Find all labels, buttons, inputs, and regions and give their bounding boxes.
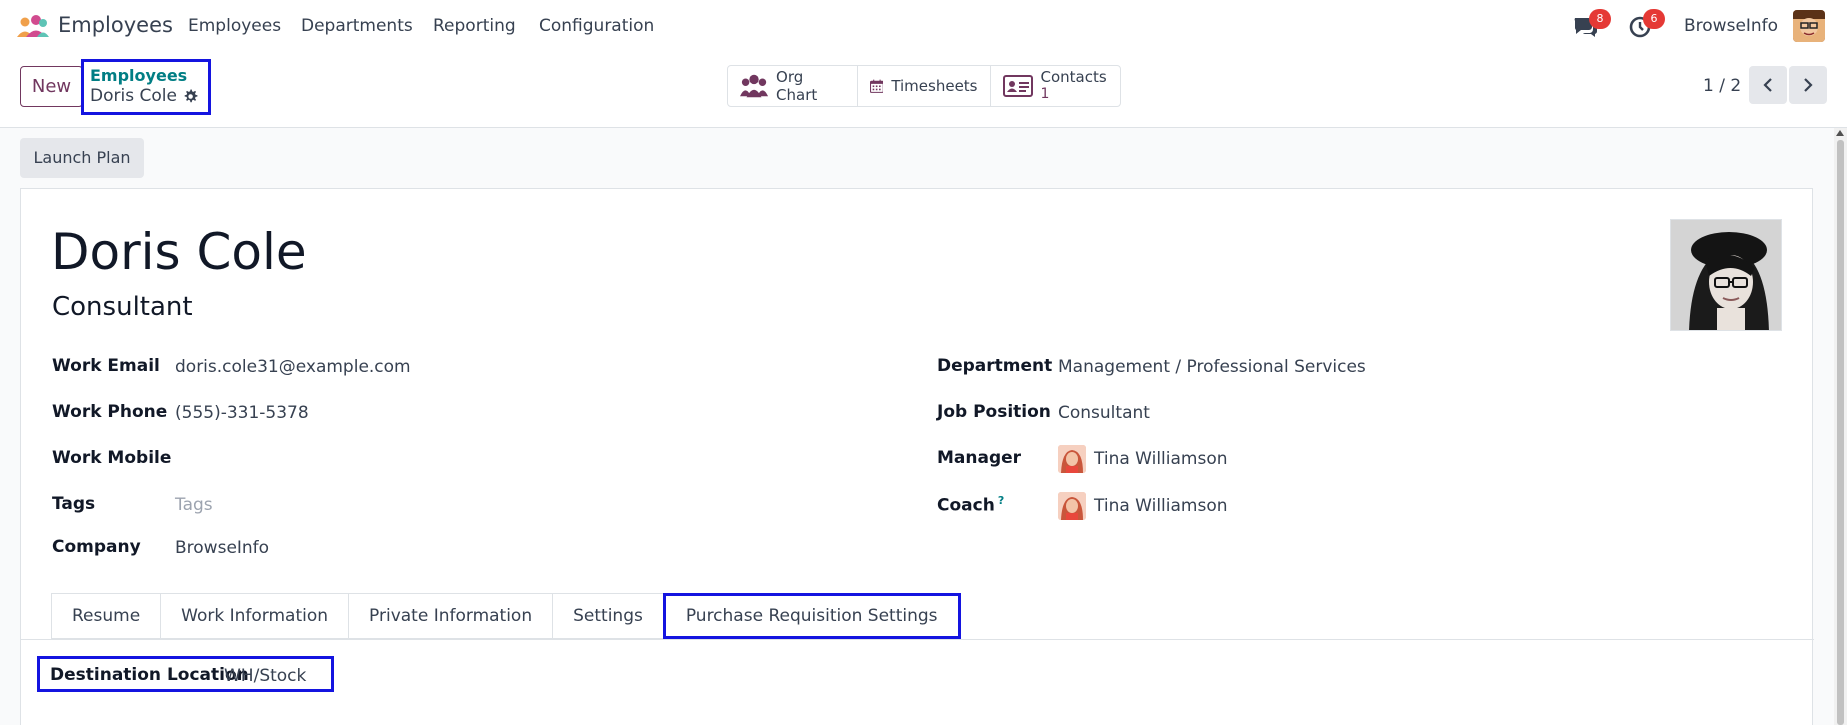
destination-location-row: Destination Location WH/Stock: [37, 656, 334, 692]
menu-employees[interactable]: Employees: [188, 16, 281, 36]
tab-work-information[interactable]: Work Information: [160, 593, 349, 639]
destination-location-field[interactable]: WH/Stock: [224, 666, 306, 686]
work-email-field[interactable]: doris.cole31@example.com: [175, 357, 411, 377]
department-field[interactable]: Management / Professional Services: [1058, 357, 1366, 377]
breadcrumb-current-label: Doris Cole: [90, 86, 177, 106]
coach-avatar: [1058, 492, 1086, 520]
org-chart-button[interactable]: Org Chart: [728, 66, 858, 106]
breadcrumb: Employees Doris Cole: [81, 59, 211, 115]
activities-badge: 6: [1643, 9, 1665, 29]
work-mobile-label: Work Mobile: [52, 448, 172, 468]
timesheets-button[interactable]: Timesheets: [858, 66, 991, 106]
manager-label: Manager: [937, 448, 1022, 468]
work-mobile-field[interactable]: [175, 448, 775, 472]
coach-field[interactable]: Tina Williamson: [1058, 492, 1228, 520]
work-phone-label: Work Phone: [52, 402, 168, 422]
id-card-icon: [1002, 75, 1033, 97]
pager-next-button[interactable]: [1789, 66, 1827, 104]
breadcrumb-employees-link[interactable]: Employees: [90, 66, 187, 85]
control-panel: New Employees Doris Cole Org Chart Times…: [0, 52, 1847, 128]
calendar-icon: [869, 79, 884, 93]
coach-help-tooltip[interactable]: ?: [998, 494, 1004, 507]
job-position-field[interactable]: Consultant: [1058, 403, 1150, 423]
gear-icon[interactable]: [183, 88, 198, 104]
scroll-thumb[interactable]: [1837, 140, 1844, 725]
tab-settings[interactable]: Settings: [552, 593, 663, 639]
employee-name-field[interactable]: Doris Cole: [51, 223, 307, 281]
pager-previous-button[interactable]: [1749, 66, 1787, 104]
top-navbar: Employees Employees Departments Reportin…: [0, 0, 1847, 52]
manager-avatar: [1058, 445, 1086, 473]
employee-photo[interactable]: [1670, 219, 1782, 331]
contacts-text: Contacts 1: [1041, 69, 1107, 103]
tags-input[interactable]: Tags: [175, 495, 213, 515]
tab-purchase-requisition-settings[interactable]: Purchase Requisition Settings: [662, 593, 961, 639]
company-switcher[interactable]: BrowseInfo: [1684, 16, 1778, 36]
pager-value[interactable]: 1 / 2: [1703, 76, 1741, 96]
coach-label-text: Coach: [937, 495, 995, 516]
app-title[interactable]: Employees: [58, 13, 173, 37]
company-label: Company: [52, 537, 141, 557]
employee-form-sheet: Doris Cole Consultant Work Email doris.c…: [20, 188, 1814, 725]
coach-label: Coach?: [937, 494, 1004, 516]
new-button[interactable]: New: [20, 66, 83, 107]
tab-private-information[interactable]: Private Information: [348, 593, 553, 639]
contacts-label: Contacts: [1040, 68, 1107, 86]
menu-configuration[interactable]: Configuration: [539, 16, 654, 36]
work-phone-field[interactable]: (555)-331-5378: [175, 403, 309, 423]
job-position-label: Job Position: [937, 402, 1051, 422]
coach-name: Tina Williamson: [1094, 496, 1228, 516]
contacts-button[interactable]: Contacts 1: [991, 66, 1121, 106]
manager-field[interactable]: Tina Williamson: [1058, 445, 1228, 473]
menu-departments[interactable]: Departments: [301, 16, 413, 36]
menu-reporting[interactable]: Reporting: [433, 16, 516, 36]
employees-app-icon[interactable]: [16, 14, 50, 38]
notebook-tabs: Resume Work Information Private Informat…: [51, 593, 961, 639]
company-field[interactable]: BrowseInfo: [175, 538, 269, 558]
work-email-label: Work Email: [52, 356, 160, 376]
destination-location-label: Destination Location: [50, 665, 249, 685]
messages-badge: 8: [1589, 9, 1611, 29]
chevron-left-icon: [1763, 78, 1772, 92]
tab-resume[interactable]: Resume: [51, 593, 161, 639]
scroll-up-arrow-icon[interactable]: [1836, 130, 1844, 136]
chevron-right-icon: [1804, 78, 1813, 92]
smart-buttons: Org Chart Timesheets Contacts 1: [727, 65, 1121, 107]
employee-photo-image: [1671, 220, 1781, 330]
launch-plan-button[interactable]: Launch Plan: [20, 138, 144, 178]
department-label: Department: [937, 356, 1053, 376]
user-avatar[interactable]: [1793, 10, 1825, 42]
org-chart-label: Org Chart: [776, 68, 818, 104]
scrollbar[interactable]: [1834, 128, 1847, 725]
breadcrumb-current: Doris Cole: [90, 86, 198, 106]
tabs-divider: [21, 639, 1814, 640]
timesheets-label: Timesheets: [891, 77, 978, 95]
tags-label: Tags: [52, 494, 96, 514]
job-title-field[interactable]: Consultant: [52, 292, 193, 322]
manager-name: Tina Williamson: [1094, 449, 1228, 469]
users-icon: [740, 74, 769, 98]
contacts-count: 1: [1040, 86, 1050, 102]
